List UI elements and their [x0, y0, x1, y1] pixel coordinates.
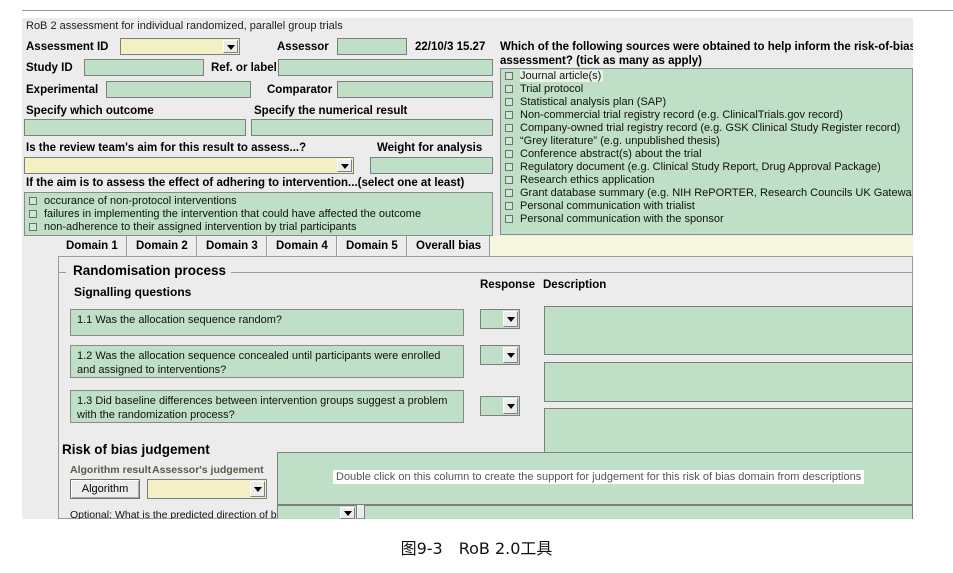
domain-tabs[interactable]: Domain 1 Domain 2 Domain 3 Domain 4 Doma…	[58, 236, 913, 257]
list-item[interactable]: non-adherence to their assigned interven…	[25, 221, 492, 235]
chevron-down-icon[interactable]	[337, 159, 352, 172]
chevron-down-icon[interactable]	[503, 398, 518, 414]
list-item-label: Grant database summary (e.g. NIH RePORTE…	[520, 187, 913, 199]
aim-label: Is the review team's aim for this result…	[26, 142, 307, 154]
checkbox-icon[interactable]	[29, 197, 37, 205]
assessor-judgement-dropdown[interactable]	[147, 479, 267, 499]
study-id-label: Study ID	[26, 62, 73, 74]
tab-domain-4[interactable]: Domain 4	[268, 236, 337, 256]
list-item-label: Statistical analysis plan (SAP)	[520, 96, 667, 108]
question-1-1-response-dropdown[interactable]	[480, 309, 520, 329]
list-item-label: failures in implementing the interventio…	[44, 208, 422, 220]
adhering-options-list[interactable]: occurance of non-protocol interventions …	[24, 192, 493, 236]
sources-options-list[interactable]: Journal article(s) Trial protocol Statis…	[500, 68, 913, 235]
experimental-label: Experimental	[26, 84, 99, 96]
question-1-2-description-input[interactable]	[544, 362, 913, 402]
chevron-down-icon[interactable]	[503, 311, 518, 327]
checkbox-icon[interactable]	[505, 163, 513, 171]
col-header-description: Description	[543, 279, 607, 291]
question-1-3-text: 1.3 Did baseline differences between int…	[70, 390, 464, 423]
comparator-input[interactable]	[337, 81, 493, 98]
study-id-input[interactable]	[84, 59, 204, 76]
support-hint: Double click on this column to create th…	[333, 470, 865, 484]
assessment-id-dropdown[interactable]	[120, 38, 240, 55]
list-item-label: Conference abstract(s) about the trial	[520, 148, 702, 160]
checkbox-icon[interactable]	[505, 137, 513, 145]
checkbox-icon[interactable]	[505, 98, 513, 106]
numerical-result-label: Specify the numerical result	[254, 105, 408, 117]
list-item-label: Company-owned trial registry record (e.g…	[520, 122, 901, 134]
list-item-label: Research ethics application	[520, 174, 655, 186]
tab-domain-5[interactable]: Domain 5	[338, 236, 407, 256]
checkbox-icon[interactable]	[505, 111, 513, 119]
outcome-input[interactable]	[24, 119, 246, 136]
checkbox-icon[interactable]	[29, 210, 37, 218]
tab-domain-1[interactable]: Domain 1	[58, 236, 127, 256]
chevron-down-icon[interactable]	[250, 481, 265, 497]
algorithm-result-label: Algorithm result	[70, 464, 152, 476]
tab-overall-bias[interactable]: Overall bias	[408, 236, 491, 256]
experimental-input[interactable]	[106, 81, 251, 98]
support-for-judgement-area[interactable]: Double click on this column to create th…	[277, 452, 913, 505]
assessment-id-label: Assessment ID	[26, 41, 109, 53]
col-header-response: Response	[480, 279, 535, 291]
question-1-3-response-dropdown[interactable]	[480, 396, 520, 416]
assessor-judgement-label: Assessor's judgement	[152, 464, 264, 476]
list-item-label: Personal communication with trialist	[520, 200, 695, 212]
checkbox-icon[interactable]	[505, 176, 513, 184]
comparator-label: Comparator	[267, 84, 333, 96]
checkbox-icon[interactable]	[505, 202, 513, 210]
question-1-2-text: 1.2 Was the allocation sequence conceale…	[70, 345, 464, 378]
list-item-label: Trial protocol	[520, 83, 584, 95]
ref-label: Ref. or label	[211, 62, 277, 74]
weight-input[interactable]	[370, 157, 493, 174]
list-item-label: “Grey literature” (e.g. unpublished thes…	[520, 135, 720, 147]
weight-label: Weight for analysis	[377, 142, 483, 154]
checkbox-icon[interactable]	[505, 85, 513, 93]
checkbox-icon[interactable]	[505, 150, 513, 158]
question-1-1-description-input[interactable]	[544, 306, 913, 355]
aim-dropdown[interactable]	[24, 157, 354, 174]
group-border-right	[207, 272, 913, 273]
checkbox-icon[interactable]	[505, 72, 513, 80]
list-item-label: non-adherence to their assigned interven…	[44, 221, 357, 233]
judgement-title: Risk of bias judgement	[62, 442, 210, 457]
top-divider	[22, 10, 953, 11]
list-item-label: occurance of non-protocol interventions	[44, 195, 237, 207]
timestamp: 22/10/3 15.27	[415, 41, 486, 53]
rob2-application-window: RoB 2 assessment for individual randomiz…	[22, 18, 913, 519]
tab-domain-3[interactable]: Domain 3	[198, 236, 267, 256]
optional-description-input[interactable]	[364, 505, 913, 519]
tab-domain-2[interactable]: Domain 2	[128, 236, 197, 256]
group-title: Randomisation process	[68, 263, 232, 278]
adhering-label: If the aim is to assess the effect of ad…	[26, 177, 465, 189]
checkbox-icon[interactable]	[29, 223, 37, 231]
list-item-label: Regulatory document (e.g. Clinical Study…	[520, 161, 881, 173]
chevron-down-icon[interactable]	[503, 347, 518, 363]
list-item[interactable]: Personal communication with the sponsor	[501, 213, 912, 227]
form-subtitle: RoB 2 assessment for individual randomiz…	[26, 20, 343, 32]
checkbox-icon[interactable]	[505, 215, 513, 223]
sources-question: Which of the following sources were obta…	[500, 41, 913, 67]
list-item-label: Personal communication with the sponsor	[520, 213, 724, 225]
col-header-questions: Signalling questions	[74, 285, 192, 299]
chevron-down-icon[interactable]	[223, 40, 238, 53]
optional-direction-dropdown[interactable]	[277, 505, 357, 519]
chevron-down-icon[interactable]	[340, 507, 355, 519]
list-item-label: Journal article(s)	[520, 70, 604, 82]
assessor-input[interactable]	[337, 38, 407, 55]
assessor-label: Assessor	[277, 41, 329, 53]
checkbox-icon[interactable]	[505, 124, 513, 132]
algorithm-button[interactable]: Algorithm	[70, 479, 140, 499]
checkbox-icon[interactable]	[505, 189, 513, 197]
ref-input[interactable]	[278, 59, 493, 76]
screenshot-page: RoB 2 assessment for individual randomiz…	[0, 0, 953, 573]
list-item-label: Non-commercial trial registry record (e.…	[520, 109, 843, 121]
numerical-result-input[interactable]	[251, 119, 493, 136]
outcome-label: Specify which outcome	[26, 105, 154, 117]
question-1-2-response-dropdown[interactable]	[480, 345, 520, 365]
question-1-1-text: 1.1 Was the allocation sequence random?	[70, 309, 464, 336]
group-border-left	[58, 272, 66, 273]
figure-caption: 图9-3 RoB 2.0工具	[400, 539, 553, 558]
